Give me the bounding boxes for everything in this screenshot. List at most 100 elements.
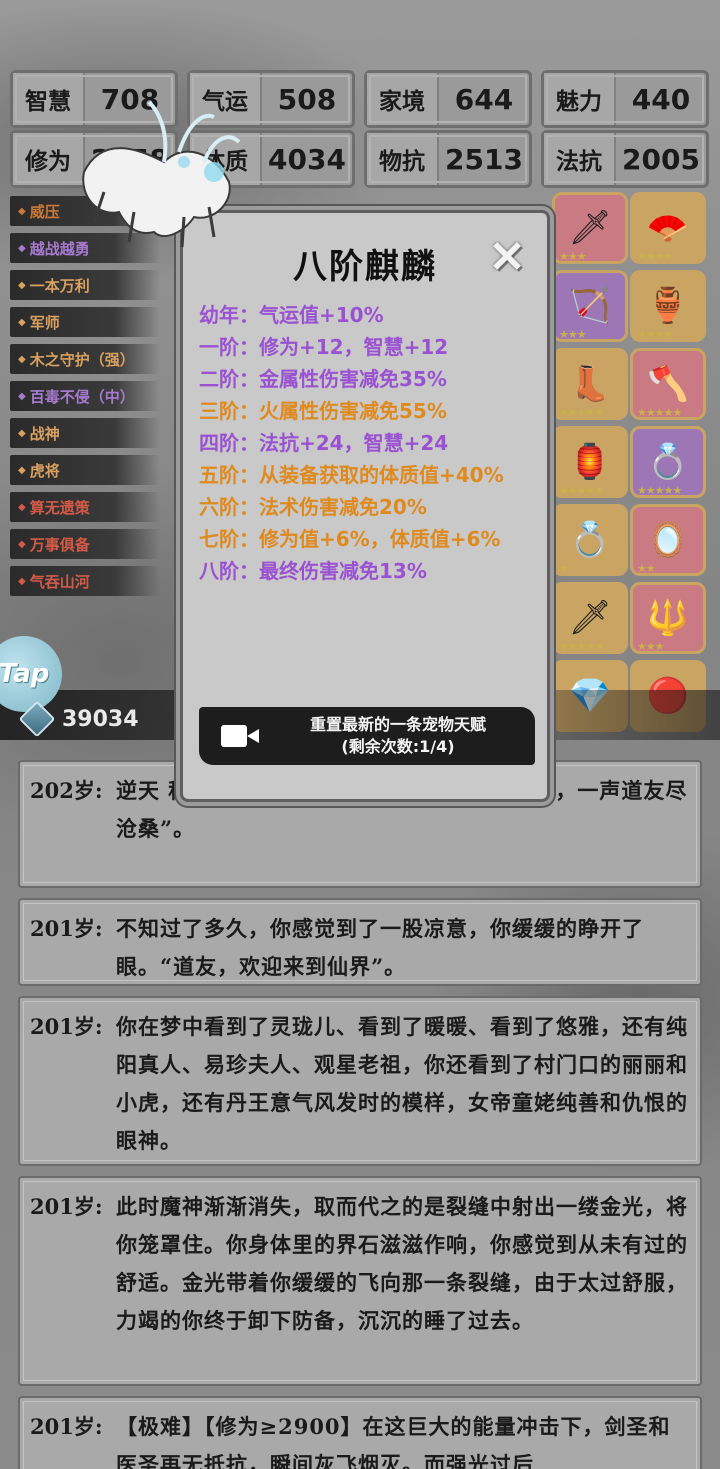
stage-bonus: 法术伤害减免20% (259, 495, 427, 519)
log-age: 201岁: (30, 916, 103, 941)
equipment-slot[interactable]: 🏹 ★★★ (552, 270, 628, 342)
equipment-slot[interactable]: 🔱 ★★★ (630, 582, 706, 654)
stage-label: 二阶： (199, 367, 259, 391)
talent-label: 军师 (29, 313, 60, 332)
stage-bonus: 从装备获取的体质值+40% (259, 463, 504, 487)
star-rating: ★★★★★ (637, 406, 682, 419)
talent-badge[interactable]: ◆ 虎将 (10, 455, 160, 485)
stat-label: 物抗 (367, 133, 439, 185)
talent-badge[interactable]: ◆ 气吞山河 (10, 566, 160, 596)
log-entry: 201岁: 此时魔神渐渐消失，取而代之的是裂缝中射出一缕金光，将你笼罩住。你身体… (18, 1176, 702, 1386)
equipment-icon: 🗡 (568, 208, 612, 248)
equipment-icon: 💍 (646, 442, 690, 482)
equipment-slot[interactable]: 🏮 ★★★★★ (552, 426, 628, 498)
video-camera-icon (221, 721, 261, 751)
talent-label: 万事俱备 (29, 535, 90, 554)
talent-label: 战神 (29, 424, 60, 443)
diamond-icon: ◆ (18, 205, 26, 217)
talent-badge[interactable]: ◆ 战神 (10, 418, 160, 448)
gem-icon (18, 700, 56, 738)
equipment-slot[interactable]: 👢 ★★★★★ (552, 348, 628, 420)
star-rating: ★★★★ (637, 328, 673, 341)
pet-stage-line: 二阶：金属性伤害减免35% (199, 363, 541, 395)
stat-value: 2005 (622, 142, 700, 176)
equipment-slot[interactable]: 💍 ★★★★★ (630, 426, 706, 498)
pet-stage-list: 幼年：气运值+10% 一阶：修为+12，智慧+12 二阶：金属性伤害减免35% 三阶：… (199, 299, 541, 587)
talent-label: 威压 (29, 202, 60, 221)
talent-label: 算无遗策 (29, 498, 90, 517)
log-age: 201岁: (30, 1014, 103, 1039)
talent-label: 虎将 (29, 461, 60, 480)
stage-bonus: 修为+12，智慧+12 (259, 335, 449, 359)
talent-badge[interactable]: ◆ 万事俱备 (10, 529, 160, 559)
equipment-icon: 🏹 (568, 286, 612, 326)
diamond-icon: ◆ (18, 575, 26, 587)
talent-badge[interactable]: ◆ 百毒不侵（中） (10, 381, 160, 411)
talent-badge[interactable]: ◆ 算无遗策 (10, 492, 160, 522)
stage-bonus: 金属性伤害减免35% (259, 367, 447, 391)
pet-stage-line: 七阶：修为值+6%，体质值+6% (199, 523, 541, 555)
stage-bonus: 火属性伤害减免55% (259, 399, 447, 423)
star-rating: ★★ (637, 562, 656, 575)
reset-talent-video-button[interactable]: 重置最新的一条宠物天赋 (剩余次数:1/4) (199, 707, 535, 765)
diamond-icon: ◆ (18, 390, 26, 402)
star-rating: ★★★★★ (559, 406, 604, 419)
pet-talent-popup: 八阶麒麟 ✕ 幼年：气运值+10% 一阶：修为+12，智慧+12 二阶：金属性伤害减… (180, 210, 550, 802)
equipment-slot[interactable]: 🗡 ★★★ (552, 192, 628, 264)
equipment-slot[interactable]: 🪭 ★★★★ (630, 192, 706, 264)
diamond-icon: ◆ (18, 501, 26, 513)
equipment-slot[interactable]: 💍 ★ (552, 504, 628, 576)
diamond-icon: ◆ (18, 353, 26, 365)
stat-label: 法抗 (544, 133, 616, 185)
stage-bonus: 法抗+24，智慧+24 (259, 431, 449, 455)
equipment-icon: 👢 (568, 364, 612, 404)
equipment-icon: 🪞 (646, 520, 690, 560)
diamond-icon: ◆ (18, 538, 26, 550)
log-text: 此时魔神渐渐消失，取而代之的是裂缝中射出一缕金光，将你笼罩住。你身体里的界石滋滋… (116, 1194, 688, 1333)
stage-bonus: 最终伤害减免13% (259, 559, 427, 583)
log-text: 【极难】【修为≥2900】在这巨大的能量冲击下，剑圣和医圣再无抵抗，瞬间灰飞烟灭… (116, 1414, 671, 1469)
log-entry: 201岁: 【极难】【修为≥2900】在这巨大的能量冲击下，剑圣和医圣再无抵抗，… (18, 1396, 702, 1469)
equipment-slot[interactable]: 🪓 ★★★★★ (630, 348, 706, 420)
pet-stage-line: 五阶：从装备获取的体质值+40% (199, 459, 541, 491)
log-age: 201岁: (30, 1414, 103, 1439)
stage-label: 八阶： (199, 559, 259, 583)
star-rating: ★★★★ (637, 250, 673, 263)
gem-counter: 39034 (18, 700, 139, 738)
star-rating: ★ (559, 562, 569, 575)
equipment-slot[interactable]: 🏺 ★★★★ (630, 270, 706, 342)
stage-bonus: 修为值+6%，体质值+6% (259, 527, 501, 551)
stage-label: 四阶： (199, 431, 259, 455)
stat-physical-resist: 物抗 2513 (364, 130, 532, 188)
button-sublabel: (剩余次数:1/4) (341, 737, 455, 756)
talent-label: 气吞山河 (29, 572, 90, 591)
star-rating: ★★★★★ (559, 484, 604, 497)
pet-stage-line: 四阶：法抗+24，智慧+24 (199, 427, 541, 459)
stat-value: 644 (454, 82, 514, 116)
close-icon[interactable]: ✕ (485, 232, 529, 283)
equipment-slot[interactable]: 🪞 ★★ (630, 504, 706, 576)
stat-value: 440 (631, 82, 691, 116)
stage-label: 三阶： (199, 399, 259, 423)
talent-badge[interactable]: ◆ 一本万利 (10, 270, 160, 300)
pet-stage-line: 六阶：法术伤害减免20% (199, 491, 541, 523)
star-rating: ★★★ (637, 640, 665, 653)
stat-charm: 魅力 440 (541, 70, 709, 128)
stage-bonus: 气运值+10% (259, 303, 384, 327)
stat-magic-resist: 法抗 2005 (541, 130, 709, 188)
talent-label: 一本万利 (29, 276, 90, 295)
log-entry: 201岁: 不知过了多久，你感觉到了一股凉意，你缓缓的睁开了眼。“道友，欢迎来到… (18, 898, 702, 986)
talent-badge[interactable]: ◆ 军师 (10, 307, 160, 337)
diamond-icon: ◆ (18, 316, 26, 328)
equipment-icon: 🔱 (646, 598, 690, 638)
stage-label: 六阶： (199, 495, 259, 519)
equipment-slot[interactable]: 🗡 ★★★★★ (552, 582, 628, 654)
stat-value: 2513 (445, 142, 523, 176)
log-age: 202岁: (30, 778, 103, 803)
equipment-icon: 💍 (568, 520, 612, 560)
button-label: 重置最新的一条宠物天赋 (309, 715, 486, 734)
log-text: 不知过了多久，你感觉到了一股凉意，你缓缓的睁开了眼。“道友，欢迎来到仙界”。 (116, 916, 644, 979)
talent-badge[interactable]: ◆ 木之守护（强） (10, 344, 160, 374)
log-age: 201岁: (30, 1194, 103, 1219)
star-rating: ★★★★★ (559, 640, 604, 653)
